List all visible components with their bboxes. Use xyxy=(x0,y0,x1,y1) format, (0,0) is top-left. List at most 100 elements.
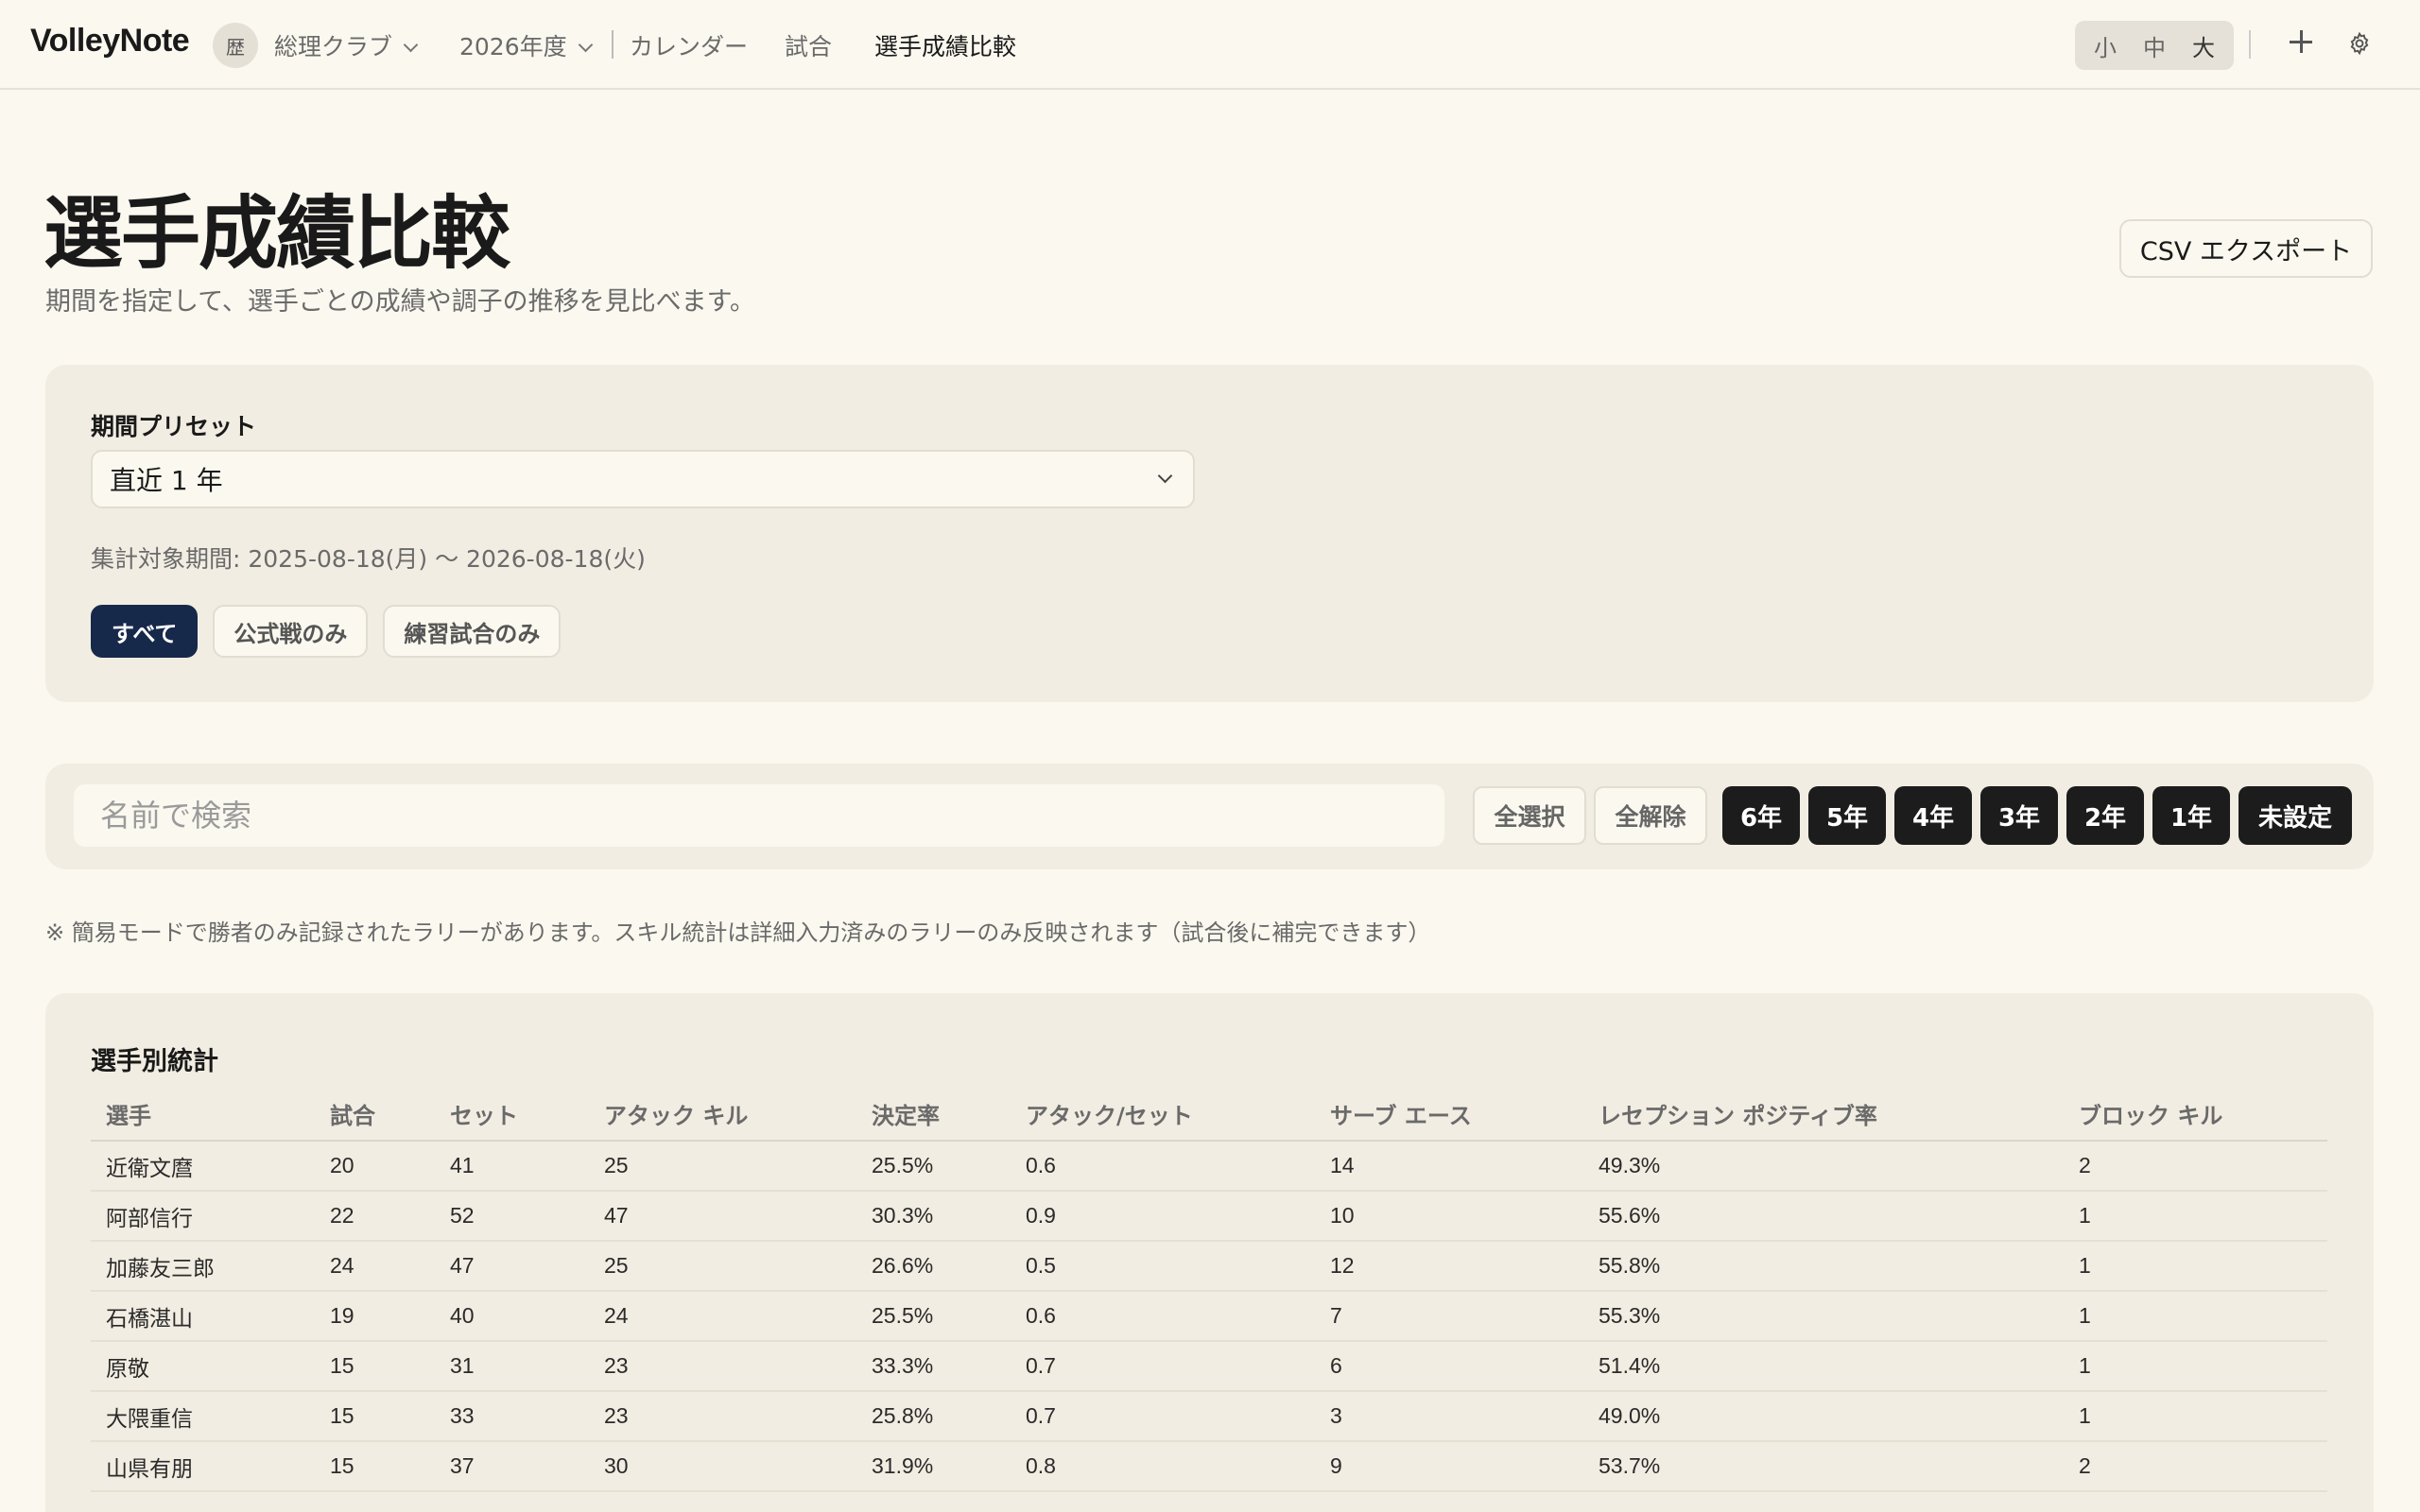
nav-calendar[interactable]: カレンダー xyxy=(630,28,748,62)
column-header[interactable]: 決定率 xyxy=(856,1088,1011,1142)
stat-cell: 0.7 xyxy=(1011,1341,1315,1392)
column-header[interactable]: 選手 xyxy=(91,1088,315,1142)
stat-cell: 49.3% xyxy=(1583,1141,2064,1192)
preset-select[interactable]: 直近 1 年 xyxy=(91,450,1195,508)
grade-3-button[interactable]: 3年 xyxy=(1980,786,2058,845)
nav-matches[interactable]: 試合 xyxy=(785,28,832,62)
filter-official[interactable]: 公式戦のみ xyxy=(213,605,369,658)
stat-cell: 25 xyxy=(589,1141,856,1192)
text-size-toggle: 小 中 大 xyxy=(2075,21,2234,70)
column-header[interactable]: セット xyxy=(435,1088,589,1142)
preset-label: 期間プリセット xyxy=(91,413,257,440)
player-name-cell: 山県有朋 xyxy=(91,1441,315,1492)
club-selector[interactable]: 総理クラブ xyxy=(274,28,419,62)
stat-cell: 47 xyxy=(435,1241,589,1292)
club-avatar[interactable]: 歴 xyxy=(213,23,258,68)
table-row[interactable]: 山県有朋 15 37 30 31.9% 0.8 9 53.7% 2 xyxy=(91,1441,2327,1492)
stat-cell: 25 xyxy=(589,1241,856,1292)
stat-cell: 30 xyxy=(589,1441,856,1492)
stat-cell: 55.8% xyxy=(1583,1241,2064,1292)
stat-cell: 47 xyxy=(589,1191,856,1242)
chevron-down-icon xyxy=(1157,468,1173,484)
column-header[interactable]: レセプション ポジティブ率 xyxy=(1583,1088,2064,1142)
player-name-cell: 近衛文麿 xyxy=(91,1141,315,1192)
stat-cell: 55.6% xyxy=(1583,1191,2064,1242)
stat-cell: 0.9 xyxy=(1011,1191,1315,1242)
grade-unset-button[interactable]: 未設定 xyxy=(2238,786,2352,845)
match-type-filter: すべて 公式戦のみ 練習試合のみ xyxy=(91,605,562,658)
stat-cell: 2 xyxy=(2064,1141,2327,1192)
table-row[interactable]: 石橋湛山 19 40 24 25.5% 0.6 7 55.3% 1 xyxy=(91,1291,2327,1342)
player-name-cell: 阿部信行 xyxy=(91,1191,315,1242)
season-name: 2026年度 xyxy=(459,33,567,60)
stat-cell: 33 xyxy=(435,1391,589,1442)
stat-cell: 1 xyxy=(2064,1341,2327,1392)
filter-all[interactable]: すべて xyxy=(91,605,199,658)
gear-icon[interactable] xyxy=(2347,31,2372,56)
stat-cell: 1 xyxy=(2064,1391,2327,1442)
stat-cell: 15 xyxy=(315,1391,435,1442)
stat-cell: 37 xyxy=(435,1441,589,1492)
text-size-small[interactable]: 小 xyxy=(2094,29,2117,62)
stat-cell: 25.8% xyxy=(856,1391,1011,1442)
search-input[interactable] xyxy=(74,784,1444,847)
preset-value: 直近 1 年 xyxy=(110,465,223,496)
column-header[interactable]: アタック/セット xyxy=(1011,1088,1315,1142)
text-size-medium[interactable]: 中 xyxy=(2143,29,2166,62)
stat-cell: 10 xyxy=(1315,1191,1583,1242)
stat-cell: 26.6% xyxy=(856,1241,1011,1292)
player-name-cell: 原敬 xyxy=(91,1341,315,1392)
stat-cell: 9 xyxy=(1315,1441,1583,1492)
player-stats-panel: 選手別統計 選手 試合 セット アタック キル 決定率 アタック/セット サーブ… xyxy=(45,993,2374,1512)
stat-cell: 25.5% xyxy=(856,1141,1011,1192)
nav-divider xyxy=(612,30,614,59)
stat-cell: 40 xyxy=(435,1291,589,1342)
player-name-cell: 石橋湛山 xyxy=(91,1291,315,1342)
stat-cell: 6 xyxy=(1315,1341,1583,1392)
csv-export-button[interactable]: CSV エクスポート xyxy=(2119,219,2373,278)
grade-1-button[interactable]: 1年 xyxy=(2152,786,2230,845)
page-subtitle: 期間を指定して、選手ごとの成績や調子の推移を見比べます。 xyxy=(45,287,755,317)
grade-4-button[interactable]: 4年 xyxy=(1894,786,1972,845)
stat-cell: 19 xyxy=(315,1291,435,1342)
header-divider xyxy=(2249,30,2251,59)
stat-cell: 15 xyxy=(315,1441,435,1492)
table-row[interactable]: 近衛文麿 20 41 25 25.5% 0.6 14 49.3% 2 xyxy=(91,1141,2327,1192)
grade-5-button[interactable]: 5年 xyxy=(1808,786,1886,845)
column-header[interactable]: 試合 xyxy=(315,1088,435,1142)
stat-cell: 41 xyxy=(435,1141,589,1192)
club-name: 総理クラブ xyxy=(274,33,393,60)
player-filter-panel: 全選択 全解除 6年 5年 4年 3年 2年 1年 未設定 xyxy=(45,764,2374,869)
stat-cell: 55.3% xyxy=(1583,1291,2064,1342)
simple-mode-note: ※ 簡易モードで勝者のみ記録されたラリーがあります。スキル統計は詳細入力済みのラ… xyxy=(45,919,1431,946)
season-selector[interactable]: 2026年度 xyxy=(459,28,593,62)
table-row[interactable]: 大隈重信 15 33 23 25.8% 0.7 3 49.0% 1 xyxy=(91,1391,2327,1442)
select-all-button[interactable]: 全選択 xyxy=(1473,786,1586,845)
player-name-cell: 大隈重信 xyxy=(91,1391,315,1442)
column-header[interactable]: アタック キル xyxy=(589,1088,856,1142)
text-size-large[interactable]: 大 xyxy=(2192,29,2215,62)
column-header[interactable]: サーブ エース xyxy=(1315,1088,1583,1142)
plus-icon[interactable] xyxy=(2288,28,2314,55)
stat-cell: 1 xyxy=(2064,1241,2327,1292)
brand-logo[interactable]: VolleyNote xyxy=(30,23,190,60)
column-header[interactable]: ブロック キル xyxy=(2064,1088,2327,1142)
clear-all-button[interactable]: 全解除 xyxy=(1594,786,1707,845)
table-row[interactable]: 原敬 15 31 23 33.3% 0.7 6 51.4% 1 xyxy=(91,1341,2327,1392)
stat-cell: 53.7% xyxy=(1583,1441,2064,1492)
chevron-down-icon xyxy=(578,37,593,53)
grade-6-button[interactable]: 6年 xyxy=(1722,786,1800,845)
stat-cell: 7 xyxy=(1315,1291,1583,1342)
table-row[interactable]: 加藤友三郎 24 47 25 26.6% 0.5 12 55.8% 1 xyxy=(91,1241,2327,1292)
stat-cell: 31 xyxy=(435,1341,589,1392)
stats-title: 選手別統計 xyxy=(91,1047,218,1076)
nav-player-compare[interactable]: 選手成績比較 xyxy=(874,28,1016,62)
filter-practice[interactable]: 練習試合のみ xyxy=(383,605,562,658)
stat-cell: 3 xyxy=(1315,1391,1583,1442)
stats-table: 選手 試合 セット アタック キル 決定率 アタック/セット サーブ エース レ… xyxy=(91,1088,2327,1492)
stat-cell: 24 xyxy=(589,1291,856,1342)
page-title: 選手成績比較 xyxy=(43,187,510,280)
grade-2-button[interactable]: 2年 xyxy=(2066,786,2144,845)
table-row[interactable]: 阿部信行 22 52 47 30.3% 0.9 10 55.6% 1 xyxy=(91,1191,2327,1242)
stat-cell: 0.6 xyxy=(1011,1291,1315,1342)
